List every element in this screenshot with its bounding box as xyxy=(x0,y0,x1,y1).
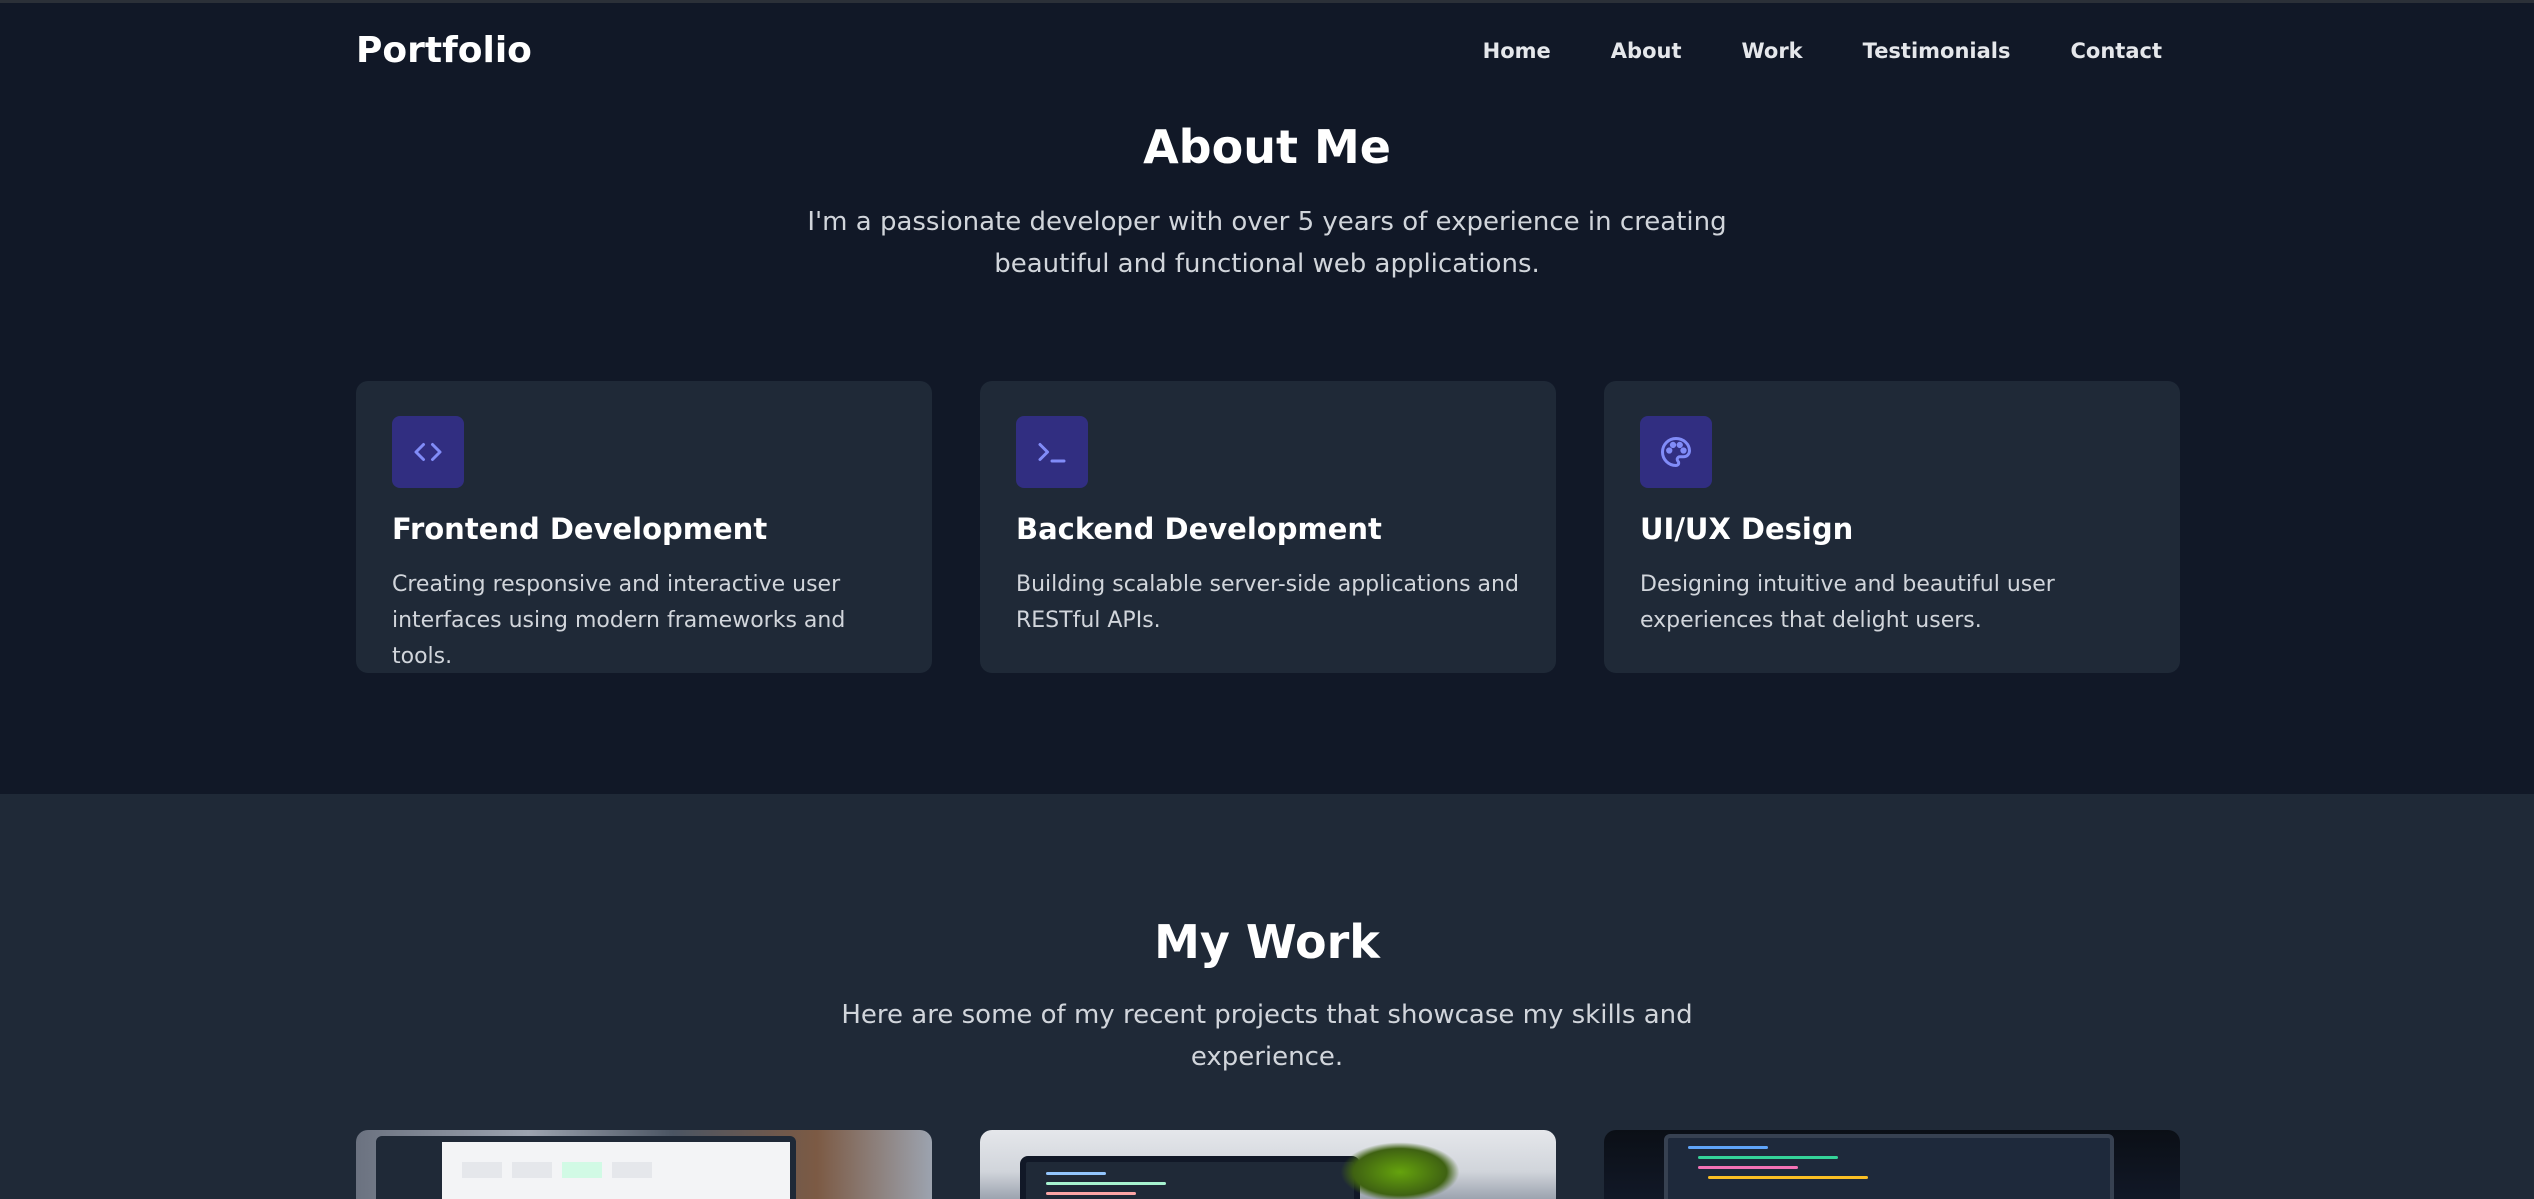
service-card-description: Creating responsive and interactive user… xyxy=(392,572,846,669)
nav-link-testimonials[interactable]: Testimonials xyxy=(1863,39,2011,63)
nav-link-about[interactable]: About xyxy=(1611,39,1682,63)
service-card-title: Backend Development xyxy=(1016,512,1382,546)
service-card-description: Building scalable server-side applicatio… xyxy=(1016,572,1519,633)
project-thumbnail-code-laptop[interactable] xyxy=(980,1130,1556,1199)
service-cards: Frontend Development Creating responsive… xyxy=(356,381,2180,673)
nav-links: Home About Work Testimonials Contact xyxy=(1483,39,2162,63)
nav-link-contact[interactable]: Contact xyxy=(2071,39,2163,63)
service-card-uiux: UI/UX Design Designing intuitive and bea… xyxy=(1604,381,2180,673)
nav-link-home[interactable]: Home xyxy=(1483,39,1551,63)
project-thumbnail-editor[interactable] xyxy=(1604,1130,2180,1199)
laptop-editor-image xyxy=(1664,1134,2114,1199)
service-card-backend: Backend Development Building scalable se… xyxy=(980,381,1556,673)
service-card-title: UI/UX Design xyxy=(1640,512,1854,546)
code-icon xyxy=(392,416,464,488)
work-subtitle: Here are some of my recent projects that… xyxy=(841,1000,1693,1072)
project-thumbnail-dashboard[interactable] xyxy=(356,1130,932,1199)
brand-logo[interactable]: Portfolio xyxy=(356,30,532,71)
service-card-description: Designing intuitive and beautiful user e… xyxy=(1640,572,2055,633)
about-subtitle: I'm a passionate developer with over 5 y… xyxy=(807,207,1727,279)
palette-icon xyxy=(1640,416,1712,488)
project-thumbnails xyxy=(356,1130,2180,1199)
laptop-code-image xyxy=(1020,1156,1360,1199)
laptop-dashboard-image xyxy=(376,1136,796,1199)
nav-link-work[interactable]: Work xyxy=(1741,39,1802,63)
about-title: About Me xyxy=(1143,120,1391,174)
terminal-icon xyxy=(1016,416,1088,488)
about-section: About Me I'm a passionate developer with… xyxy=(0,99,2534,794)
work-section: My Work Here are some of my recent proje… xyxy=(0,794,2534,1199)
service-card-frontend: Frontend Development Creating responsive… xyxy=(356,381,932,673)
service-card-title: Frontend Development xyxy=(392,512,768,546)
plant-image xyxy=(1340,1142,1460,1199)
work-title: My Work xyxy=(1154,915,1380,969)
top-navigation: Portfolio Home About Work Testimonials C… xyxy=(0,3,2534,99)
